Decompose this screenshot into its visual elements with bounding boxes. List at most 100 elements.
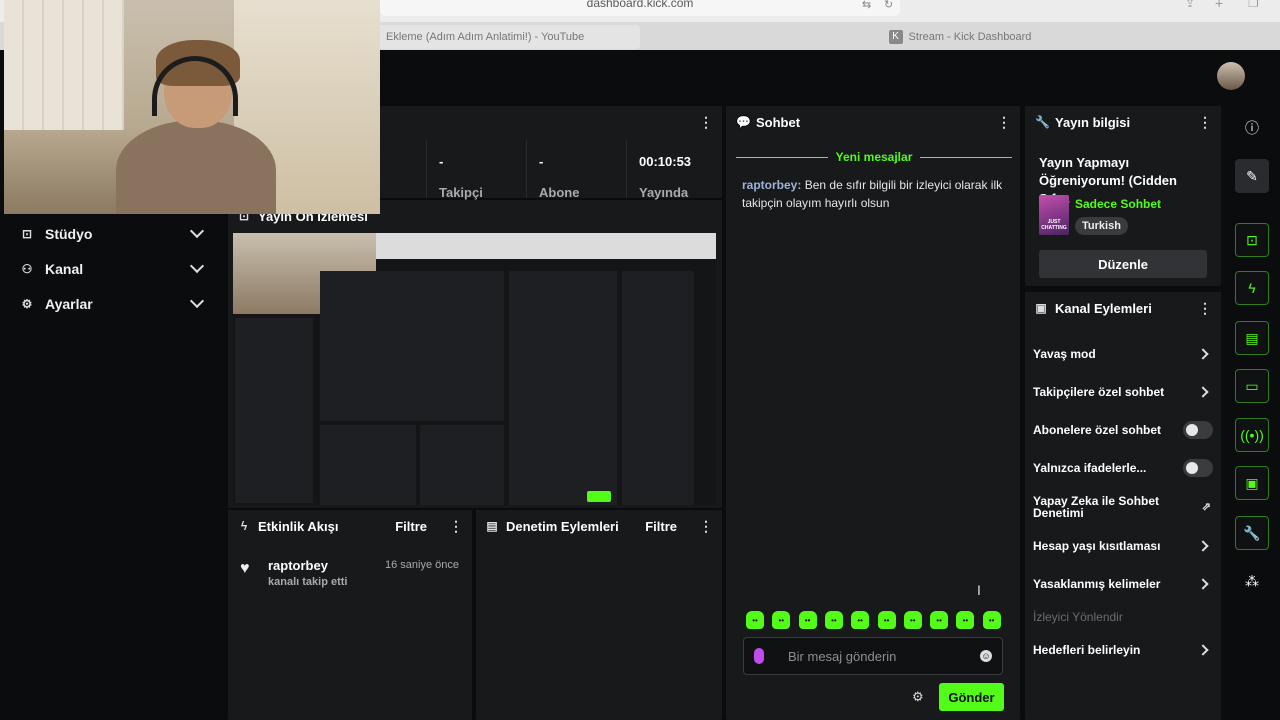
studio-icon: ⊡ — [21, 227, 33, 241]
more-options-icon[interactable]: ⋮ — [997, 114, 1011, 131]
translate-icon[interactable]: ⇆ — [862, 0, 871, 11]
filter-button[interactable]: Filtre — [395, 519, 427, 534]
new-messages-label: Yeni mesajlar — [835, 150, 913, 164]
microphone-icon[interactable] — [754, 648, 764, 664]
reload-icon[interactable]: ↻ — [884, 0, 893, 11]
category-thumbnail-text: JUST CHATTING — [1041, 219, 1067, 231]
emote-button[interactable]: •• — [877, 611, 896, 629]
more-options-icon[interactable]: ⋮ — [1198, 300, 1212, 317]
lightning-icon[interactable]: ϟ — [1235, 271, 1269, 305]
kick-logo-icon: K — [888, 30, 903, 45]
activity-feed-header: ϟ Etkinlik Akışı Filtre ⋮ — [228, 510, 472, 542]
preview-sidebar — [235, 318, 313, 503]
chevron-right-icon — [1197, 644, 1209, 656]
emote-button[interactable]: •• — [824, 611, 843, 629]
preview-main — [320, 271, 504, 421]
broadcast-icon[interactable]: ((•)) — [1235, 418, 1269, 452]
emoji-icon[interactable]: ☺ — [980, 650, 992, 662]
tab-label: Ekleme (Adım Adım Anlatimi!) - YouTube — [386, 31, 585, 43]
chevron-down-icon — [189, 258, 205, 274]
action-label: Yavaş mod — [1033, 347, 1096, 361]
document-icon[interactable]: ▤ — [1235, 321, 1269, 355]
filter-button[interactable]: Filtre — [645, 519, 677, 534]
chat-settings-icon[interactable]: ⚙ — [912, 689, 924, 705]
emote-button[interactable]: •• — [772, 611, 791, 629]
camera-icon[interactable]: ⊡ — [1235, 223, 1269, 257]
sidebar-item-settings[interactable]: ⚙ Ayarlar — [18, 289, 208, 319]
share-icon[interactable]: ⇪ — [1185, 0, 1195, 10]
subscribers-only-toggle[interactable] — [1183, 421, 1213, 439]
more-options-icon[interactable]: ⋮ — [699, 114, 713, 131]
sidebar-item-label: Ayarlar — [45, 296, 93, 312]
account-age-row[interactable]: Hesap yaşı kısıtlaması — [1033, 531, 1213, 561]
panel-title: Denetim Eylemleri — [506, 518, 619, 534]
slow-mode-row[interactable]: Yavaş mod — [1033, 339, 1213, 369]
person-body — [116, 120, 276, 214]
raid-row: İzleyici Yönlendir — [1033, 602, 1213, 632]
edit-button[interactable]: Düzenle — [1039, 250, 1207, 278]
ai-moderation-row[interactable]: Yapay Zeka ile Sohbet Denetimi ⇗ — [1033, 491, 1213, 523]
event-time: 16 saniye önce — [385, 559, 459, 571]
emote-button[interactable]: •• — [851, 611, 870, 629]
chat-username[interactable]: raptorbey — [742, 178, 797, 192]
emote-button[interactable]: •• — [956, 611, 975, 629]
divider-line — [736, 156, 828, 158]
sidebar-item-studio[interactable]: ⊡ Stüdyo — [18, 219, 208, 249]
event-username[interactable]: raptorbey — [268, 558, 328, 573]
pencil-icon[interactable]: ✎ — [1235, 159, 1269, 193]
stat-label: Abone — [539, 185, 580, 200]
tab-kick-dashboard[interactable]: K Stream - Kick Dashboard — [640, 25, 1280, 49]
action-label: Yapay Zeka ile Sohbet Denetimi — [1033, 494, 1160, 520]
category-name[interactable]: Sadece Sohbet — [1075, 197, 1161, 211]
stat-value: - — [539, 154, 544, 169]
language-tag: Turkish — [1075, 217, 1128, 235]
action-label: Takipçilere özel sohbet — [1033, 385, 1165, 399]
new-messages-divider[interactable]: Yeni mesajlar — [736, 150, 1012, 164]
emote-button[interactable]: •• — [746, 611, 764, 629]
more-options-icon[interactable]: ⋮ — [699, 518, 713, 535]
avatar[interactable] — [1217, 62, 1245, 90]
settings-icon: ⚙ — [21, 297, 33, 311]
panel-title: Yayın bilgisi — [1055, 114, 1131, 130]
emote-button[interactable]: •• — [903, 611, 922, 629]
address-bar[interactable]: dashboard.kick.com — [380, 0, 900, 16]
event-description: kanalı takip etti — [268, 576, 348, 588]
subscribers-only-row: Abonelere özel sohbet — [1033, 415, 1213, 445]
emote-only-toggle[interactable] — [1183, 459, 1213, 477]
chat-input[interactable]: Bir mesaj gönderin ☺ — [743, 637, 1003, 675]
chat-input-placeholder: Bir mesaj gönderin — [788, 648, 897, 664]
preview-rail — [699, 293, 711, 503]
panel-title: Kanal Eylemleri — [1055, 300, 1152, 316]
chevron-right-icon — [1197, 348, 1209, 360]
stat-followers: - Takipçi — [426, 140, 526, 200]
info-icon[interactable]: ⓘ — [1235, 111, 1269, 145]
followers-only-row[interactable]: Takipçilere özel sohbet — [1033, 377, 1213, 407]
stat-label: Yayında — [639, 185, 689, 200]
wrench-icon[interactable]: 🔧 — [1235, 516, 1269, 550]
more-options-icon[interactable]: ⋮ — [449, 518, 463, 535]
banned-words-row[interactable]: Yasaklanmış kelimeler — [1033, 569, 1213, 599]
send-button[interactable]: Gönder — [939, 683, 1004, 711]
emote-button[interactable]: •• — [798, 611, 817, 629]
chevron-right-icon — [1197, 386, 1209, 398]
goals-row[interactable]: Hedefleri belirleyin — [1033, 635, 1213, 665]
layout-icon[interactable]: ▣ — [1235, 466, 1269, 500]
new-tab-icon[interactable]: + — [1215, 0, 1223, 11]
emote-button[interactable]: •• — [982, 611, 1001, 629]
lightning-icon: ϟ — [240, 519, 248, 533]
stat-subscribers: - Abone — [526, 140, 626, 200]
window-blinds — [4, 0, 124, 130]
stream-preview-video[interactable] — [233, 233, 716, 505]
preview-activity — [320, 425, 416, 505]
more-icon[interactable]: ⁂ — [1235, 564, 1269, 598]
preview-info — [622, 271, 694, 505]
sidebar-item-channel[interactable]: ⚇ Kanal — [18, 254, 208, 284]
chevron-right-icon — [1197, 578, 1209, 590]
chat-icon[interactable]: ▭ — [1235, 369, 1269, 403]
tab-overview-icon[interactable]: ❐ — [1248, 0, 1259, 10]
more-options-icon[interactable]: ⋮ — [1198, 114, 1212, 131]
external-link-icon: ⇗ — [1201, 501, 1211, 513]
emote-button[interactable]: •• — [930, 611, 949, 629]
stat-value: 00:10:53 — [639, 154, 692, 169]
tab-youtube[interactable]: Ekleme (Adım Adım Anlatimi!) - YouTube — [378, 25, 640, 49]
